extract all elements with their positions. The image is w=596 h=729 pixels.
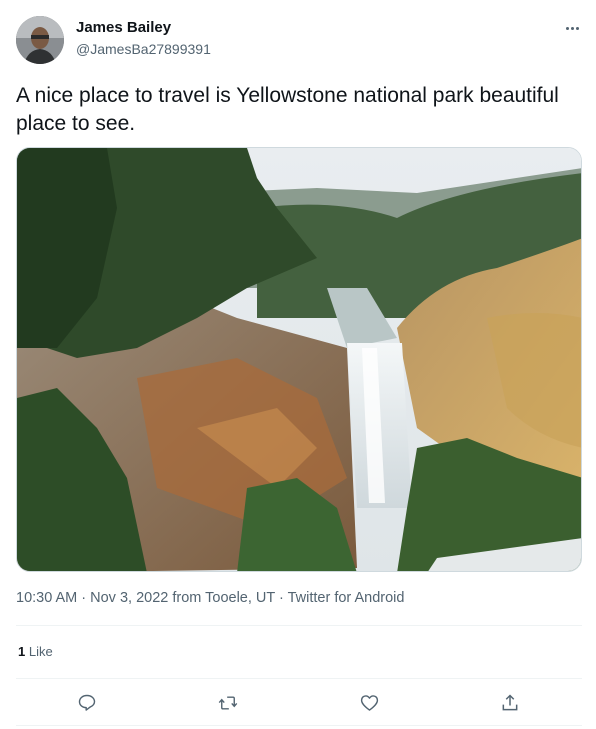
heart-icon bbox=[360, 695, 378, 711]
tweet-photo[interactable] bbox=[16, 147, 582, 572]
share-button[interactable] bbox=[495, 688, 525, 718]
action-bar bbox=[16, 688, 582, 718]
tweet-timestamp[interactable]: 10:30 AM · Nov 3, 2022 from Tooele, UT ·… bbox=[16, 590, 404, 606]
retweet-button[interactable] bbox=[213, 688, 243, 718]
tweet-text: A nice place to travel is Yellowstone na… bbox=[16, 84, 559, 135]
reply-icon bbox=[78, 694, 96, 711]
like-button[interactable] bbox=[354, 688, 384, 718]
more-options-button[interactable] bbox=[560, 20, 584, 36]
author-handle[interactable]: @JamesBa27899391 bbox=[76, 41, 211, 57]
avatar[interactable] bbox=[16, 16, 64, 64]
retweet-icon bbox=[218, 696, 238, 710]
more-horizontal-icon bbox=[565, 26, 569, 30]
likes-count[interactable]: 1 Like bbox=[18, 644, 53, 659]
share-icon bbox=[502, 694, 518, 711]
divider bbox=[16, 725, 582, 726]
divider bbox=[16, 625, 582, 626]
reply-button[interactable] bbox=[72, 688, 102, 718]
likes-label: Like bbox=[28, 644, 53, 659]
divider bbox=[16, 678, 582, 679]
author-name[interactable]: James Bailey bbox=[76, 19, 171, 36]
likes-number: 1 bbox=[18, 644, 26, 659]
